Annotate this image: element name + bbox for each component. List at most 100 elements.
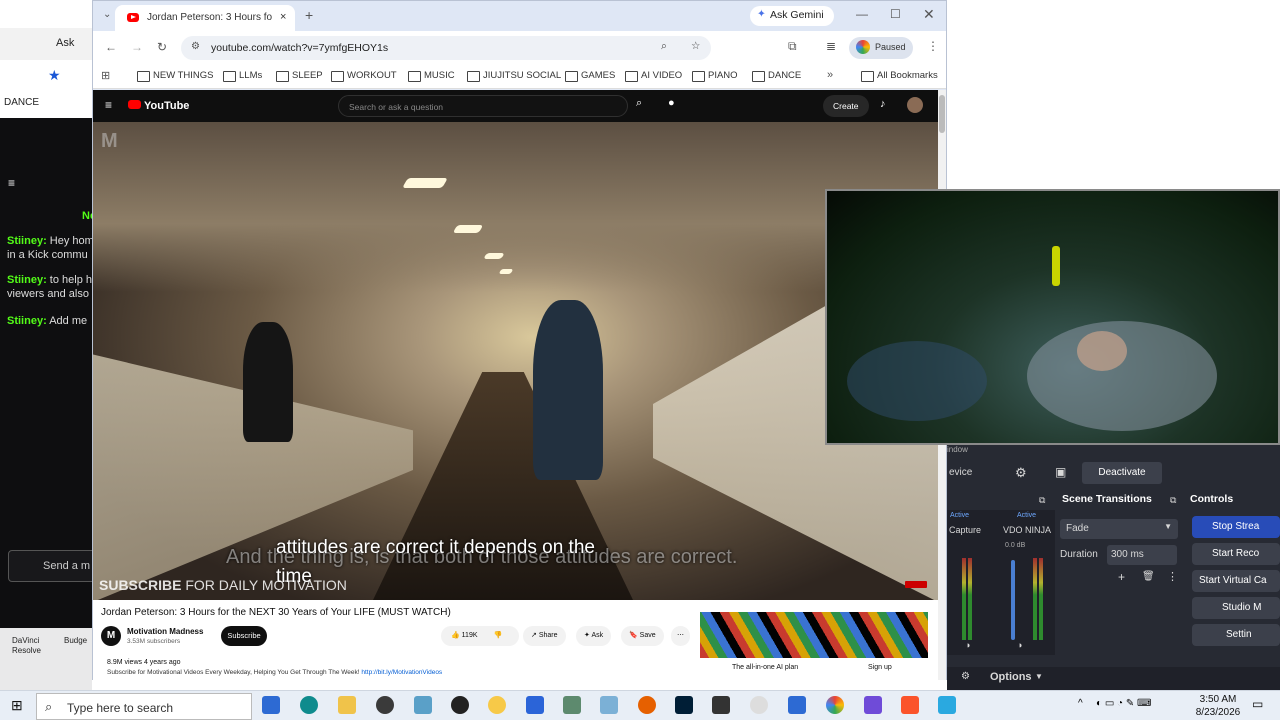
bookmark-folder[interactable]: NEW THINGS (137, 70, 214, 82)
dock-icon[interactable]: ⧉ (1170, 495, 1176, 506)
app-icon[interactable] (600, 696, 618, 714)
video-player[interactable]: M And the thing is, is that both of thos… (93, 122, 938, 600)
app-icon[interactable] (788, 696, 806, 714)
edge-icon[interactable] (300, 696, 318, 714)
description-link[interactable]: http://bit.ly/MotivationVideos (361, 669, 442, 676)
close-window-icon[interactable]: ✕ (923, 6, 935, 23)
tab-search-icon[interactable]: ⌄ (103, 9, 111, 20)
bookmark-folder[interactable]: JIUJITSU SOCIAL (467, 70, 561, 82)
new-tab-icon[interactable]: + (305, 7, 313, 23)
bookmark-folder[interactable]: PIANO (692, 70, 738, 82)
duration-input[interactable]: 300 ms (1107, 545, 1177, 565)
desktop-icon-budget[interactable]: Budge (64, 636, 87, 645)
bookmark-star-icon[interactable]: ★ (48, 67, 61, 84)
speaker-icon[interactable]: ◑ (965, 640, 970, 650)
profile-paused-button[interactable]: Paused (849, 37, 913, 59)
vdo-ninja-source[interactable]: VDO NINJA (1003, 525, 1051, 535)
create-button[interactable]: Create (823, 95, 869, 117)
reading-list-icon[interactable]: ≣ (826, 39, 836, 53)
subscribe-button[interactable]: Subscribe (221, 626, 267, 646)
start-recording-button[interactable]: Start Reco (1192, 543, 1280, 565)
bookmark-folder[interactable]: GAMES (565, 70, 615, 82)
settings-gear-icon[interactable]: ⚙ (1015, 465, 1027, 481)
subscribe-badge-icon[interactable] (905, 581, 927, 588)
bookmark-folder[interactable]: MUSIC (408, 70, 455, 82)
gear-icon[interactable]: ⚙ (961, 671, 970, 682)
tray-chevron-icon[interactable]: ^ (1078, 698, 1083, 709)
sidebar-ad[interactable]: The all-in-one AI plan Sign up (700, 612, 928, 680)
obs-icon[interactable] (451, 696, 469, 714)
chrome-icon[interactable] (826, 696, 844, 714)
transition-menu-icon[interactable]: ⋮ (1167, 570, 1178, 583)
ask-button[interactable]: ✦ Ask (576, 626, 612, 646)
speaker-icon[interactable]: ◑ (1017, 640, 1022, 650)
deactivate-button[interactable]: Deactivate (1082, 462, 1162, 484)
background-bookmark-dance[interactable]: DANCE (4, 97, 39, 108)
save-button[interactable]: 🔖 Save (621, 626, 664, 646)
bookmark-folder[interactable]: SLEEP (276, 70, 323, 82)
tab-youtube[interactable]: Jordan Peterson: 3 Hours fo × (115, 5, 295, 31)
dislike-icon[interactable]: 👎 (493, 632, 502, 639)
search-icon[interactable]: ⌕ (636, 97, 642, 110)
omnibox[interactable]: ⚙ youtube.com/watch?v=7ymfgEHOY1s ⌕ ☆ (181, 36, 711, 60)
app-icon[interactable] (864, 696, 882, 714)
volume-slider[interactable] (1011, 560, 1015, 640)
ask-gemini-button[interactable]: ✦ Ask Gemini (750, 6, 834, 26)
notification-center-icon[interactable]: ▭ (1252, 697, 1263, 711)
app-icon[interactable] (938, 696, 956, 714)
stop-streaming-button[interactable]: Stop Strea (1192, 516, 1280, 538)
channel-name[interactable]: Motivation Madness (127, 627, 203, 636)
tray-icons[interactable]: ◐ ▭ ◔ ✎ ⌨ (1096, 698, 1151, 709)
settings-button[interactable]: Settin (1192, 624, 1280, 646)
bookmark-folder[interactable]: AI VIDEO (625, 70, 682, 82)
start-virtual-camera-button[interactable]: Start Virtual Ca (1192, 570, 1280, 592)
apps-grid-icon[interactable]: ⊞ (101, 69, 110, 82)
capture-source[interactable]: Capture (949, 525, 981, 535)
extensions-icon[interactable]: ⧉ (788, 39, 797, 54)
notifications-bell-icon[interactable]: ♪ (880, 98, 886, 110)
account-avatar[interactable] (907, 97, 923, 113)
youtube-search-input[interactable]: Search or ask a question (338, 95, 628, 117)
scrollbar-thumb[interactable] (939, 95, 945, 133)
chrome-menu-icon[interactable]: ⋮ (927, 39, 939, 53)
taskbar-search-input[interactable]: ⌕ Type here to search (36, 693, 252, 720)
filters-icon[interactable]: ▣ (1055, 465, 1066, 479)
app-icon[interactable] (376, 696, 394, 714)
system-clock[interactable]: 3:50 AM 8/23/2026 (1190, 693, 1246, 719)
davinci-resolve-icon[interactable] (712, 696, 730, 714)
all-bookmarks[interactable]: All Bookmarks (861, 70, 938, 82)
youtube-logo[interactable]: YouTube (128, 100, 189, 112)
more-bookmarks-icon[interactable]: » (827, 69, 833, 81)
bookmark-folder[interactable]: LLMs (223, 70, 262, 82)
site-info-icon[interactable]: ⚙ (191, 41, 200, 52)
reload-icon[interactable]: ↻ (157, 40, 167, 54)
bookmark-folder[interactable]: DANCE (752, 70, 801, 82)
channel-avatar[interactable]: M (101, 626, 121, 646)
more-actions-icon[interactable]: ⋯ (671, 626, 690, 646)
add-transition-icon[interactable]: + (1118, 570, 1125, 584)
bookmark-folder[interactable]: WORKOUT (331, 70, 397, 82)
forward-icon[interactable]: → (131, 40, 143, 54)
back-icon[interactable]: ← (105, 40, 117, 54)
app-icon[interactable] (488, 696, 506, 714)
microphone-icon[interactable]: ● (668, 97, 675, 109)
zoom-icon[interactable]: ⌕ (661, 40, 667, 53)
firefox-icon[interactable] (638, 696, 656, 714)
brave-icon[interactable] (901, 696, 919, 714)
app-icon[interactable] (414, 696, 432, 714)
minimize-icon[interactable]: — (856, 7, 868, 21)
maximize-icon[interactable]: ☐ (890, 7, 901, 21)
dock-icon[interactable]: ⧉ (1039, 495, 1045, 506)
ad-cta[interactable]: Sign up (868, 664, 892, 671)
hamburger-menu-icon[interactable]: ≡ (105, 98, 112, 112)
studio-mode-button[interactable]: Studio M (1192, 597, 1280, 619)
menu-icon[interactable]: ≡ (8, 176, 15, 190)
photoshop-icon[interactable] (675, 696, 693, 714)
desktop-icon-davinci[interactable]: DaVinci Resolve (12, 636, 48, 656)
task-view-icon[interactable] (262, 696, 280, 714)
app-icon[interactable] (750, 696, 768, 714)
like-button[interactable]: 👍 119K 👎 (441, 626, 519, 646)
file-explorer-icon[interactable] (338, 696, 356, 714)
docs-icon[interactable] (526, 696, 544, 714)
windows-start-icon[interactable]: ⊞ (11, 697, 23, 714)
